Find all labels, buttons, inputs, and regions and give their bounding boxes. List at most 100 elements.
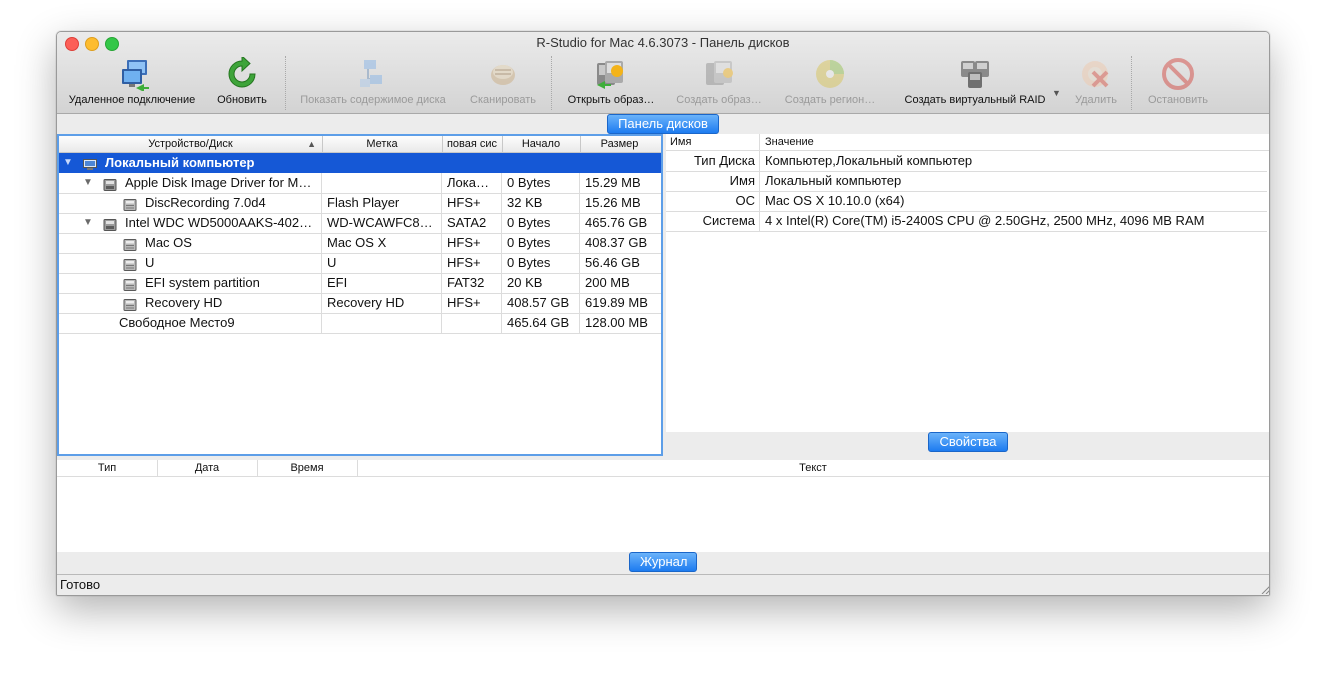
properties-col-value[interactable]: Значение: [761, 134, 1061, 150]
raid-dropdown-arrow-icon[interactable]: ▼: [1052, 88, 1061, 98]
toolbar-button-9[interactable]: Удалить: [1062, 54, 1130, 113]
tree-row[interactable]: EFI system partition EFI FAT32 20 KB 200 MB: [59, 273, 661, 294]
partition-icon: [123, 297, 137, 311]
tree-row[interactable]: Mac OS Mac OS X HFS+ 0 Bytes 408.37 GB: [59, 233, 661, 254]
tree-cell: 56.46 GB: [585, 255, 640, 270]
log-col-date[interactable]: Дата: [157, 460, 258, 476]
property-name: Тип Диска: [666, 151, 760, 171]
tree-cell: 200 MB: [585, 275, 630, 290]
toolbar-button-label: Обновить: [217, 94, 267, 106]
tree-cell-device: ▼ Intel WDC WD5000AAKS-402…: [59, 213, 322, 233]
property-row[interactable]: Система 4 x Intel(R) Core(TM) i5-2400S CP…: [666, 211, 1267, 232]
disclosure-triangle-icon[interactable]: ▼: [63, 153, 73, 173]
tree-row[interactable]: ▼ Apple Disk Image Driver for M… Лока… 0 By…: [59, 173, 661, 194]
tree-row[interactable]: Recovery HD Recovery HD HFS+ 408.57 GB 619.8…: [59, 293, 661, 314]
properties-header: Имя Значение: [666, 134, 1269, 151]
tree-row[interactable]: ▼ Локальный компьютер: [59, 153, 661, 173]
toolbar-button-8[interactable]: Создать виртуальный RAID: [900, 54, 1050, 113]
minimize-window-button[interactable]: [85, 37, 99, 51]
disclosure-triangle-icon[interactable]: ▼: [83, 213, 93, 233]
disclosure-triangle-icon[interactable]: ▼: [83, 173, 93, 193]
property-value: 4 x Intel(R) Core(TM) i5-2400S CPU @ 2.5…: [765, 213, 1205, 228]
tree-row[interactable]: Свободное Место9 465.64 GB 128.00 MB: [59, 313, 661, 334]
log-col-type[interactable]: Тип: [57, 460, 158, 476]
property-row[interactable]: ОС Mac OS X 10.10.0 (x64): [666, 191, 1267, 212]
tree-cell-device: ▼ Apple Disk Image Driver for M…: [59, 173, 322, 193]
tree-col-header[interactable]: Метка: [322, 136, 443, 152]
tree-cell: [322, 313, 442, 333]
toolbar-separator: [1131, 56, 1132, 110]
toolbar-button-1[interactable]: Удаленное подключение: [61, 54, 203, 113]
tree-cell: WD-WCAWFC8…: [322, 213, 442, 233]
partition-icon: [123, 197, 137, 211]
toolbar-button-3[interactable]: Показать содержимое диска: [295, 54, 451, 113]
title-bar: R-Studio for Mac 4.6.3073 - Панель диско…: [57, 32, 1269, 54]
close-window-button[interactable]: [65, 37, 79, 51]
log-panel-label[interactable]: Журнал: [629, 552, 697, 572]
tree-cell: 15.29 MB: [585, 175, 641, 190]
tree-device-name: Mac OS: [145, 235, 192, 250]
toolbar-button-10[interactable]: Остановить: [1142, 54, 1214, 113]
tree-col-header[interactable]: Размер: [580, 136, 659, 152]
tree-cell: Mac OS X: [322, 233, 442, 253]
tree-cell: 0 Bytes: [502, 213, 580, 233]
property-row[interactable]: Тип Диска Компьютер,Локальный компьютер: [666, 151, 1267, 172]
disks-panel-label[interactable]: Панель дисков: [607, 114, 719, 134]
scan-icon: [486, 57, 520, 91]
properties-panel-label[interactable]: Свойства: [928, 432, 1008, 452]
tree-col-header[interactable]: Устройство/Диск ▲: [59, 136, 323, 152]
tree-row[interactable]: DiscRecording 7.0d4 Flash Player HFS+ 32 KB…: [59, 193, 661, 214]
tree-col-header-label: повая сис: [446, 138, 498, 150]
tree-cell-device: Mac OS: [59, 233, 322, 253]
tree-col-header-label: Устройство/Диск: [148, 138, 233, 150]
tree-cell: 408.57 GB: [502, 293, 580, 313]
log-col-text[interactable]: Текст: [357, 460, 1269, 476]
zoom-window-button[interactable]: [105, 37, 119, 51]
tree-col-header-label: Начало: [521, 138, 561, 150]
tree-cell: [502, 153, 580, 173]
tree-cell: FAT32: [442, 273, 502, 293]
tree-device-name: Apple Disk Image Driver for M…: [125, 175, 312, 190]
tree-cell: U: [322, 253, 442, 273]
tree-cell-device: U: [59, 253, 322, 273]
tree-cell: 465.76 GB: [585, 215, 648, 230]
tree-row[interactable]: ▼ Intel WDC WD5000AAKS-402… WD-WCAWFC8… SAT…: [59, 213, 661, 234]
app-window: R-Studio for Mac 4.6.3073 - Панель диско…: [56, 31, 1270, 596]
computer-icon: [83, 157, 97, 170]
log-col-time[interactable]: Время: [257, 460, 358, 476]
tree-cell-device: Свободное Место9: [59, 313, 322, 333]
show-disk-contents-icon: [356, 57, 390, 91]
stop-icon: [1161, 57, 1195, 91]
resize-grip-icon[interactable]: [1260, 584, 1270, 594]
toolbar-button-label: Сканировать: [470, 94, 536, 106]
tree-cell: HFS+: [442, 193, 502, 213]
tree-cell: [580, 153, 659, 173]
tree-row[interactable]: U U HFS+ 0 Bytes 56.46 GB: [59, 253, 661, 274]
tree-device-name: Свободное Место9: [119, 315, 235, 330]
tree-device-name: Intel WDC WD5000AAKS-402…: [125, 215, 313, 230]
toolbar-button-2[interactable]: Обновить: [207, 54, 277, 113]
toolbar-button-4[interactable]: Сканировать: [457, 54, 549, 113]
toolbar-button-6[interactable]: Создать образ…: [673, 54, 765, 113]
tree-cell: [322, 173, 442, 193]
toolbar-button-5[interactable]: Открыть образ…: [564, 54, 658, 113]
open-image-icon: [593, 57, 627, 91]
tree-cell: 32 KB: [502, 193, 580, 213]
tree-cell: 20 KB: [502, 273, 580, 293]
status-bar: Готово: [57, 574, 1270, 595]
tree-cell: HFS+: [442, 253, 502, 273]
tree-cell: 619.89 MB: [585, 295, 648, 310]
create-image-icon: [702, 57, 736, 91]
tree-col-header[interactable]: Начало: [502, 136, 581, 152]
partition-icon: [123, 257, 137, 271]
tree-cell: 15.26 MB: [585, 195, 641, 210]
properties-col-name[interactable]: Имя: [666, 134, 760, 150]
property-row[interactable]: Имя Локальный компьютер: [666, 171, 1267, 192]
device-tree[interactable]: Устройство/Диск ▲ Метка повая сис Начало Разм…: [57, 134, 663, 456]
status-text: Готово: [60, 577, 101, 592]
tree-col-header-label: Размер: [600, 138, 639, 150]
device-tree-header: Устройство/Диск ▲ Метка повая сис Начало Разм…: [59, 136, 661, 153]
tree-cell-device: Recovery HD: [59, 293, 322, 313]
toolbar-button-7[interactable]: Создать регион…: [781, 54, 879, 113]
tree-col-header[interactable]: повая сис: [442, 136, 503, 152]
